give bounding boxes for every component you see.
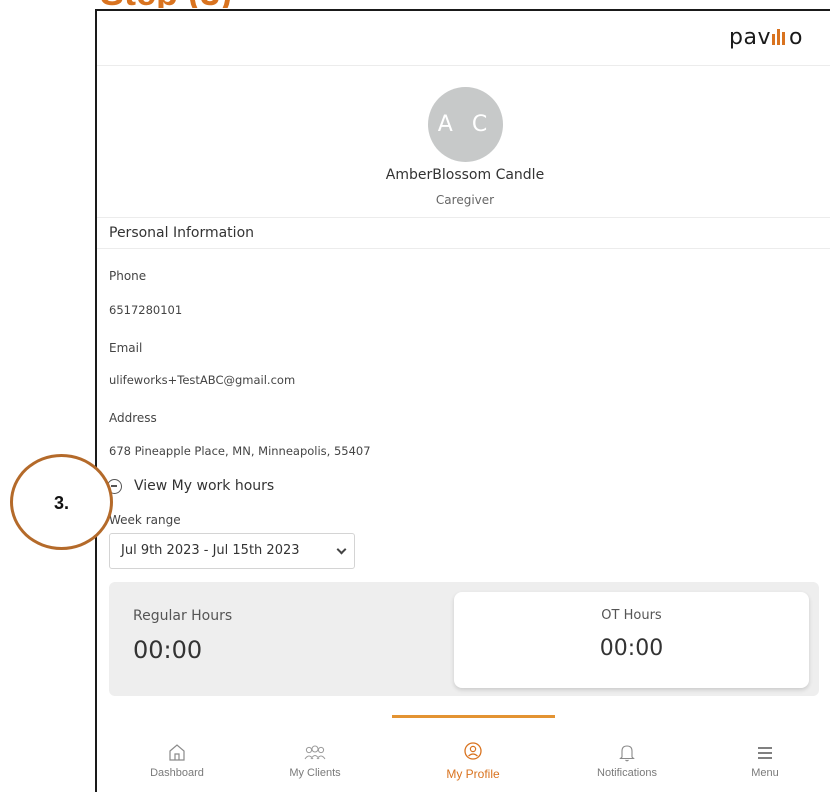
brand-logo: pav o: [729, 25, 803, 50]
email-value: ulifeworks+TestABC@gmail.com: [109, 373, 296, 387]
phone-value: 6517280101: [109, 303, 183, 317]
week-range-label: Week range: [109, 513, 181, 527]
user-name: AmberBlossom Candle: [385, 167, 545, 183]
regular-hours-value: 00:00: [133, 636, 203, 664]
work-hours-toggle-label[interactable]: View My work hours: [134, 478, 274, 494]
nav-label-my-profile[interactable]: My Profile: [403, 767, 543, 781]
home-icon[interactable]: [167, 741, 187, 763]
step-annotation-label: 3.: [53, 493, 69, 513]
nav-item-dashboard[interactable]: Dashboard: [107, 741, 247, 792]
nav-label-my-clients[interactable]: My Clients: [245, 767, 385, 779]
regular-hours-label: Regular Hours: [133, 608, 233, 624]
step-annotation-circle: 3.: [10, 454, 113, 550]
bell-icon[interactable]: [617, 741, 637, 763]
logo-bars-icon: [771, 29, 789, 45]
clients-icon[interactable]: [302, 741, 328, 763]
email-label: Email: [109, 341, 143, 355]
app-bar: pav o: [97, 11, 830, 66]
hamburger-icon[interactable]: [755, 741, 775, 763]
phone-frame: pav o A C AmberBlossom Candle Caregiver P…: [95, 9, 830, 792]
avatar: A C: [428, 87, 503, 162]
nav-item-menu[interactable]: Menu: [695, 741, 830, 792]
ot-hours-card: OT Hours 00:00: [454, 592, 809, 688]
page-heading: Step (3): [100, 0, 830, 8]
hours-summary-panel: Regular Hours 00:00 OT Hours 00:00: [109, 582, 819, 696]
ot-hours-value: 00:00: [599, 636, 664, 661]
ot-hours-label: OT Hours: [601, 608, 662, 623]
chevron-down-icon[interactable]: [336, 544, 347, 555]
nav-label-notifications[interactable]: Notifications: [557, 767, 697, 779]
address-value: 678 Pineapple Place, MN, Minneapolis, 55…: [109, 444, 371, 458]
address-label: Address: [109, 411, 157, 425]
week-range-value[interactable]: Jul 9th 2023 - Jul 15th 2023: [121, 543, 300, 558]
nav-active-indicator: [392, 715, 555, 718]
logo-text-end: o: [788, 25, 803, 50]
phone-label: Phone: [109, 269, 147, 283]
nav-label-menu[interactable]: Menu: [695, 767, 830, 779]
user-role: Caregiver: [435, 193, 495, 207]
nav-label-dashboard[interactable]: Dashboard: [107, 767, 247, 779]
bottom-navigation: Dashboard My Clients My Profile Notifica…: [97, 741, 830, 792]
profile-icon[interactable]: [462, 741, 484, 763]
work-hours-toggle[interactable]: View My work hours: [107, 478, 274, 494]
nav-item-notifications[interactable]: Notifications: [557, 741, 697, 792]
nav-item-my-profile[interactable]: My Profile: [403, 741, 543, 792]
nav-item-my-clients[interactable]: My Clients: [245, 741, 385, 792]
week-range-select[interactable]: Jul 9th 2023 - Jul 15th 2023: [109, 533, 355, 569]
personal-info-header: Personal Information: [97, 217, 830, 249]
logo-text-start: pav: [729, 25, 771, 50]
